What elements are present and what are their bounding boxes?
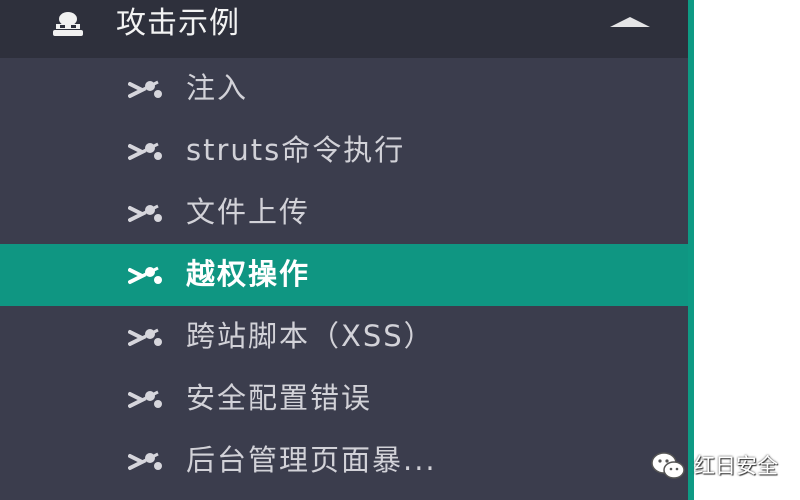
bug-scissors-icon <box>128 452 162 470</box>
submenu-item-label: 安全配置错误 <box>186 381 373 415</box>
submenu-item-admin-page-exposure[interactable]: 后台管理页面暴... <box>0 430 688 492</box>
menu-group-header-attack-examples[interactable]: 攻击示例 <box>0 0 688 58</box>
wechat-icon <box>651 452 685 479</box>
bug-scissors-icon <box>128 204 162 222</box>
submenu-item-security-misconfig[interactable]: 安全配置错误 <box>0 368 688 430</box>
watermark: 红日安全 <box>650 448 778 484</box>
submenu-item-privilege-escalation[interactable]: 越权操作 <box>0 244 688 306</box>
bug-scissors-icon <box>128 80 162 98</box>
bug-scissors-icon <box>128 142 162 160</box>
submenu-item-injection[interactable]: 注入 <box>0 58 688 120</box>
bug-scissors-icon <box>128 390 162 408</box>
submenu-item-label: 跨站脚本（XSS） <box>186 319 435 353</box>
submenu-list: 注入 struts命令执行 文件上传 越权操作 跨站脚本（XSS） 安全配置错误… <box>0 58 688 500</box>
submenu-item-struts-rce[interactable]: struts命令执行 <box>0 120 688 182</box>
submenu-item-label: 后台管理页面暴... <box>186 443 437 477</box>
submenu-item-file-upload[interactable]: 文件上传 <box>0 182 688 244</box>
submenu-item-label: 注入 <box>186 71 249 105</box>
hat-icon <box>53 12 83 36</box>
watermark-text: 红日安全 <box>694 454 778 478</box>
bug-scissors-icon <box>128 328 162 346</box>
bug-scissors-icon <box>128 266 162 284</box>
submenu-item-label: 文件上传 <box>186 195 311 229</box>
sidebar-accent-border <box>688 0 694 500</box>
submenu-item-xss[interactable]: 跨站脚本（XSS） <box>0 306 688 368</box>
menu-group-title: 攻击示例 <box>116 6 240 41</box>
submenu-item-label: 越权操作 <box>186 257 311 291</box>
caret-up-icon[interactable] <box>610 17 650 27</box>
submenu-item-label: struts命令执行 <box>186 133 406 167</box>
sidebar-menu: 攻击示例 注入 struts命令执行 文件上传 越权操作 跨站脚本（XSS） 安… <box>0 0 688 500</box>
screenshot-stage: 攻击示例 注入 struts命令执行 文件上传 越权操作 跨站脚本（XSS） 安… <box>0 0 800 500</box>
